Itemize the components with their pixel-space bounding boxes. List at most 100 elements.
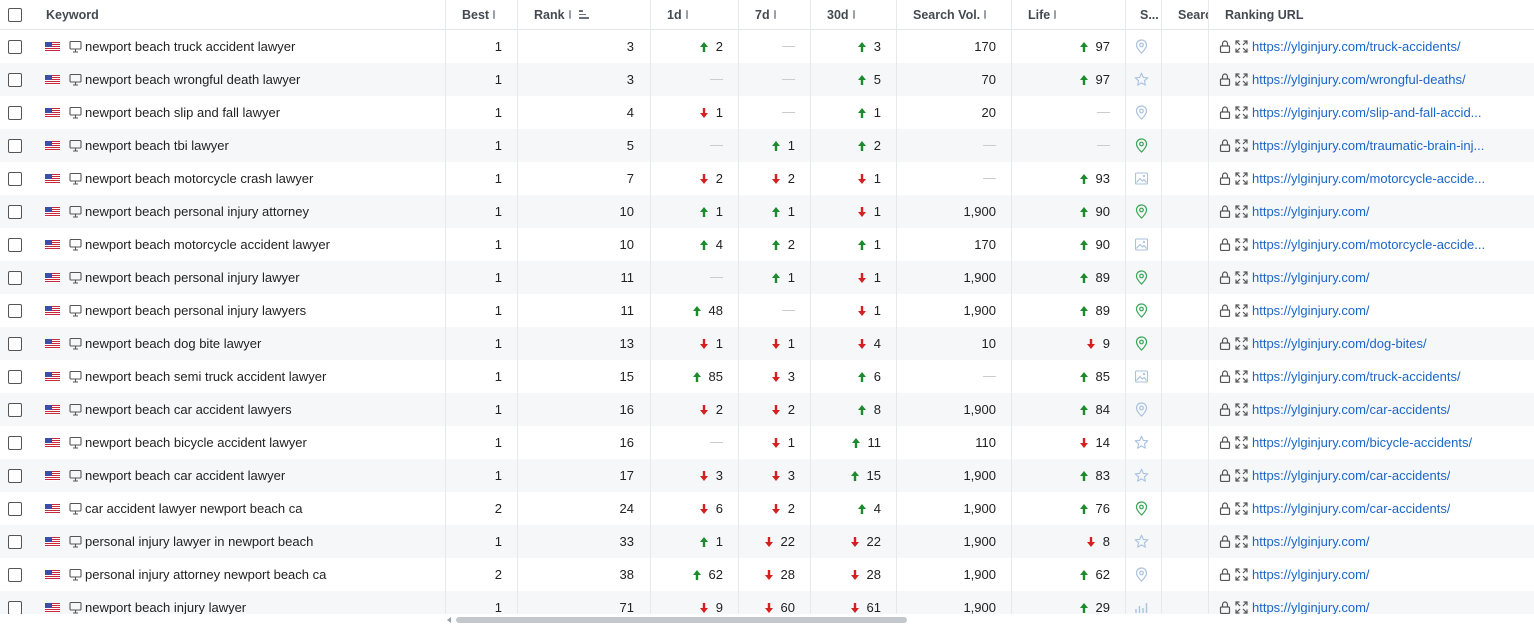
keyword-cell[interactable]: newport beach bicycle accident lawyer xyxy=(30,426,445,459)
keyword-cell[interactable]: newport beach tbi lawyer xyxy=(30,129,445,162)
keyword-cell[interactable]: newport beach wrongful death lawyer xyxy=(30,63,445,96)
keyword-cell[interactable]: newport beach slip and fall lawyer xyxy=(30,96,445,129)
table-row[interactable]: newport beach truck accident lawyer 1 3 2 3 1… xyxy=(0,30,1534,63)
serp-features-cell[interactable] xyxy=(1126,96,1161,129)
ranking-url-link[interactable]: https://ylginjury.com/car-accidents/ xyxy=(1252,402,1450,417)
table-row[interactable]: newport beach motorcycle accident lawyer… xyxy=(0,228,1534,261)
ranking-url-link[interactable]: https://ylginjury.com/wrongful-deaths/ xyxy=(1252,72,1466,87)
table-row[interactable]: newport beach semi truck accident lawyer… xyxy=(0,360,1534,393)
row-checkbox[interactable] xyxy=(8,369,22,384)
table-row[interactable]: newport beach personal injury lawyers 1 11… xyxy=(0,294,1534,327)
row-checkbox[interactable] xyxy=(8,468,22,483)
serp-features-cell[interactable] xyxy=(1126,591,1161,614)
keyword-text[interactable]: newport beach dog bite lawyer xyxy=(85,336,261,351)
ranking-url-link[interactable]: https://ylginjury.com/dog-bites/ xyxy=(1252,336,1427,351)
ranking-url-link[interactable]: https://ylginjury.com/car-accidents/ xyxy=(1252,501,1450,516)
column-header-search-volume[interactable]: Search Vol. xyxy=(897,0,1011,29)
serp-features-cell[interactable] xyxy=(1126,63,1161,96)
row-checkbox[interactable] xyxy=(8,402,22,417)
serp-features-cell[interactable] xyxy=(1126,393,1161,426)
info-icon[interactable] xyxy=(685,10,688,19)
table-row[interactable]: newport beach personal injury lawyer 1 11 1… xyxy=(0,261,1534,294)
row-checkbox[interactable] xyxy=(8,600,22,614)
info-icon[interactable] xyxy=(1054,10,1057,19)
column-header-best[interactable]: Best xyxy=(446,0,517,29)
serp-features-cell[interactable] xyxy=(1126,426,1161,459)
table-row[interactable]: newport beach car accident lawyer 1 17 3 3 15… xyxy=(0,459,1534,492)
row-checkbox[interactable] xyxy=(8,567,22,582)
row-checkbox[interactable] xyxy=(8,435,22,450)
row-checkbox[interactable] xyxy=(8,39,22,54)
ranking-url-link[interactable]: https://ylginjury.com/motorcycle-accide.… xyxy=(1252,171,1485,186)
select-all-checkbox[interactable] xyxy=(8,7,22,22)
ranking-url-link[interactable]: https://ylginjury.com/ xyxy=(1252,303,1370,318)
keyword-text[interactable]: personal injury attorney newport beach c… xyxy=(85,567,326,582)
ranking-url-link[interactable]: https://ylginjury.com/ xyxy=(1252,567,1370,582)
table-row[interactable]: car accident lawyer newport beach ca 2 24 6… xyxy=(0,492,1534,525)
serp-features-cell[interactable] xyxy=(1126,30,1161,63)
serp-features-cell[interactable] xyxy=(1126,195,1161,228)
column-header-serp[interactable]: S... xyxy=(1126,0,1161,29)
keyword-text[interactable]: newport beach slip and fall lawyer xyxy=(85,105,280,120)
table-row[interactable]: newport beach dog bite lawyer 1 13 1 1 4 10 9 ht… xyxy=(0,327,1534,360)
keyword-cell[interactable]: newport beach injury lawyer xyxy=(30,591,445,614)
table-row[interactable]: newport beach injury lawyer 1 71 9 60 61 1,900… xyxy=(0,591,1534,614)
keyword-text[interactable]: car accident lawyer newport beach ca xyxy=(85,501,303,516)
table-row[interactable]: newport beach personal injury attorney 1 1… xyxy=(0,195,1534,228)
keyword-text[interactable]: newport beach tbi lawyer xyxy=(85,138,229,153)
row-checkbox[interactable] xyxy=(8,138,22,153)
keyword-text[interactable]: newport beach truck accident lawyer xyxy=(85,39,295,54)
ranking-url-link[interactable]: https://ylginjury.com/ xyxy=(1252,600,1370,614)
keyword-text[interactable]: newport beach personal injury lawyer xyxy=(85,270,300,285)
ranking-url-link[interactable]: https://ylginjury.com/bicycle-accidents/ xyxy=(1252,435,1472,450)
column-header-rank[interactable]: Rank xyxy=(518,0,650,29)
table-row[interactable]: newport beach wrongful death lawyer 1 3 5 70… xyxy=(0,63,1534,96)
keyword-text[interactable]: newport beach motorcycle crash lawyer xyxy=(85,171,313,186)
info-icon[interactable] xyxy=(568,10,571,19)
sort-ascending-icon[interactable] xyxy=(578,10,589,19)
serp-features-cell[interactable] xyxy=(1126,162,1161,195)
horizontal-scrollbar[interactable] xyxy=(446,615,1534,624)
row-checkbox[interactable] xyxy=(8,336,22,351)
keyword-text[interactable]: newport beach personal injury attorney xyxy=(85,204,309,219)
row-checkbox[interactable] xyxy=(8,303,22,318)
column-header-1d[interactable]: 1d xyxy=(651,0,738,29)
scroll-left-arrow-icon[interactable] xyxy=(447,617,451,623)
row-checkbox[interactable] xyxy=(8,237,22,252)
table-row[interactable]: newport beach car accident lawyers 1 16 2 2 8… xyxy=(0,393,1534,426)
serp-features-cell[interactable] xyxy=(1126,558,1161,591)
keyword-cell[interactable]: newport beach motorcycle crash lawyer xyxy=(30,162,445,195)
column-header-search[interactable]: Searc xyxy=(1162,0,1208,29)
row-checkbox[interactable] xyxy=(8,171,22,186)
table-row[interactable]: newport beach bicycle accident lawyer 1 16… xyxy=(0,426,1534,459)
ranking-url-link[interactable]: https://ylginjury.com/ xyxy=(1252,534,1370,549)
ranking-url-link[interactable]: https://ylginjury.com/ xyxy=(1252,270,1370,285)
keyword-text[interactable]: newport beach wrongful death lawyer xyxy=(85,72,300,87)
table-row[interactable]: newport beach slip and fall lawyer 1 4 1 1 20… xyxy=(0,96,1534,129)
keyword-text[interactable]: newport beach car accident lawyer xyxy=(85,468,285,483)
keyword-cell[interactable]: newport beach car accident lawyers xyxy=(30,393,445,426)
row-checkbox[interactable] xyxy=(8,105,22,120)
keyword-cell[interactable]: newport beach car accident lawyer xyxy=(30,459,445,492)
column-header-30d[interactable]: 30d xyxy=(811,0,896,29)
ranking-url-link[interactable]: https://ylginjury.com/motorcycle-accide.… xyxy=(1252,237,1485,252)
ranking-url-link[interactable]: https://ylginjury.com/truck-accidents/ xyxy=(1252,39,1461,54)
column-header-ranking-url[interactable]: Ranking URL xyxy=(1209,0,1534,29)
ranking-url-link[interactable]: https://ylginjury.com/slip-and-fall-acci… xyxy=(1252,105,1482,120)
keyword-cell[interactable]: personal injury attorney newport beach c… xyxy=(30,558,445,591)
ranking-url-link[interactable]: https://ylginjury.com/traumatic-brain-in… xyxy=(1252,138,1484,153)
keyword-text[interactable]: newport beach personal injury lawyers xyxy=(85,303,306,318)
info-icon[interactable] xyxy=(852,10,855,19)
ranking-url-link[interactable]: https://ylginjury.com/ xyxy=(1252,204,1370,219)
keyword-text[interactable]: newport beach bicycle accident lawyer xyxy=(85,435,307,450)
keyword-cell[interactable]: personal injury lawyer in newport beach xyxy=(30,525,445,558)
keyword-cell[interactable]: newport beach personal injury lawyers xyxy=(30,294,445,327)
ranking-url-link[interactable]: https://ylginjury.com/car-accidents/ xyxy=(1252,468,1450,483)
keyword-text[interactable]: newport beach semi truck accident lawyer xyxy=(85,369,326,384)
column-header-7d[interactable]: 7d xyxy=(739,0,810,29)
keyword-text[interactable]: newport beach car accident lawyers xyxy=(85,402,292,417)
keyword-cell[interactable]: newport beach truck accident lawyer xyxy=(30,30,445,63)
serp-features-cell[interactable] xyxy=(1126,228,1161,261)
table-row[interactable]: newport beach motorcycle crash lawyer 1 7 2… xyxy=(0,162,1534,195)
table-row[interactable]: personal injury attorney newport beach c… xyxy=(0,558,1534,591)
